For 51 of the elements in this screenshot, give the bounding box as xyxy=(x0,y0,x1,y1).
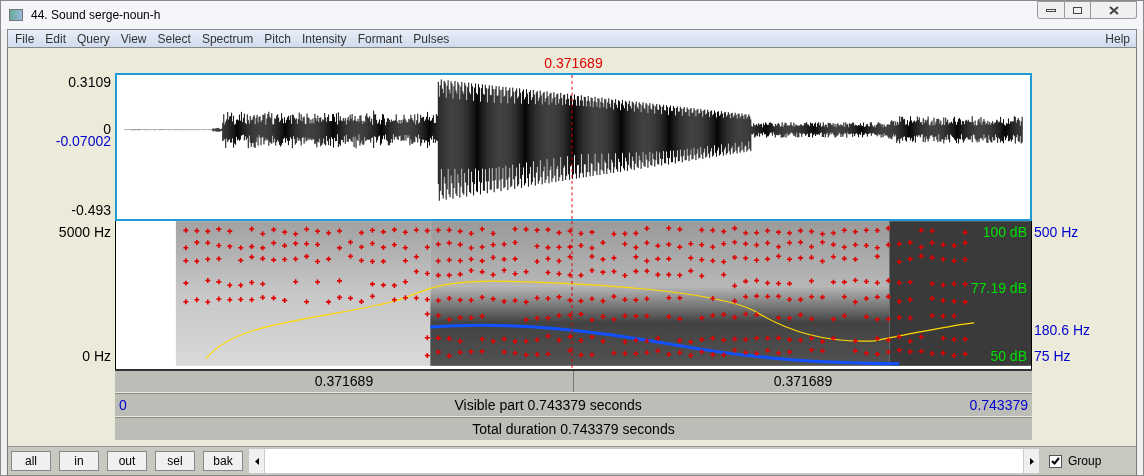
intensity-value: 77.19 dB xyxy=(970,281,1027,295)
close-button[interactable] xyxy=(1091,1,1137,19)
zoom-button[interactable]: sel xyxy=(155,451,195,471)
menu-item[interactable]: File xyxy=(11,29,39,48)
intensity-label: 50 dB xyxy=(990,349,1027,363)
right-arrow-icon xyxy=(1029,457,1034,465)
pitch-value: 180.6 Hz xyxy=(1034,323,1091,337)
check-icon xyxy=(1051,457,1060,465)
close-icon xyxy=(1108,5,1119,15)
zoom-button[interactable]: in xyxy=(59,451,99,471)
axis-label: -0.493 xyxy=(71,203,111,217)
total-duration-bar[interactable]: Total duration 0.743379 seconds xyxy=(115,417,1032,440)
visible-end: 0.743379 xyxy=(969,395,1028,415)
minimize-icon xyxy=(1046,8,1056,12)
zoom-button[interactable]: out xyxy=(107,451,147,471)
help-menu[interactable]: Help xyxy=(1105,29,1130,48)
zoom-button[interactable]: bak xyxy=(203,451,243,471)
menu-item[interactable]: Pitch xyxy=(260,29,295,48)
axis-label: 5000 Hz xyxy=(58,225,111,239)
group-checkbox[interactable] xyxy=(1049,454,1062,468)
maximize-icon xyxy=(1073,6,1082,14)
axis-label: 0 xyxy=(103,122,111,136)
axis-label: 0.3109 xyxy=(68,75,111,89)
menu-item[interactable]: View xyxy=(116,29,151,48)
scroll-left-button[interactable] xyxy=(249,449,265,473)
menu-item[interactable]: Pulses xyxy=(409,29,454,48)
group-label: Group xyxy=(1068,453,1102,470)
maximize-button[interactable] xyxy=(1065,1,1091,19)
scroll-right-button[interactable] xyxy=(1023,449,1039,473)
visible-part-label: Visible part 0.743379 seconds xyxy=(454,395,642,415)
cursor-value: -0.07002 xyxy=(55,134,111,148)
pitch-label: 75 Hz xyxy=(1034,349,1071,363)
menu-item[interactable]: Spectrum xyxy=(197,29,258,48)
cursor-time: 0.371689 xyxy=(544,56,603,70)
visible-part-bar[interactable]: 0 Visible part 0.743379 seconds 0.743379 xyxy=(115,393,1032,416)
pitch-label: 500 Hz xyxy=(1034,225,1079,239)
minimize-button[interactable] xyxy=(1037,1,1065,19)
selection-bar[interactable]: 0.371689 xyxy=(574,371,1032,392)
left-arrow-icon xyxy=(254,457,259,465)
axis-label: 0 Hz xyxy=(82,349,111,363)
menu-item[interactable]: Select xyxy=(153,29,195,48)
intensity-label: 100 dB xyxy=(982,225,1027,239)
zoom-button[interactable]: all xyxy=(11,451,51,471)
menu-item[interactable]: Edit xyxy=(41,29,71,48)
selection-bar[interactable]: 0.371689 xyxy=(115,371,574,392)
app-icon xyxy=(9,9,23,21)
visible-start: 0 xyxy=(119,395,127,415)
window-title: 44. Sound serge-noun-h xyxy=(31,7,161,24)
menu-item[interactable]: Query xyxy=(73,29,114,48)
menu-item[interactable]: Formant xyxy=(353,29,407,48)
menu-item[interactable]: Intensity xyxy=(297,29,351,48)
